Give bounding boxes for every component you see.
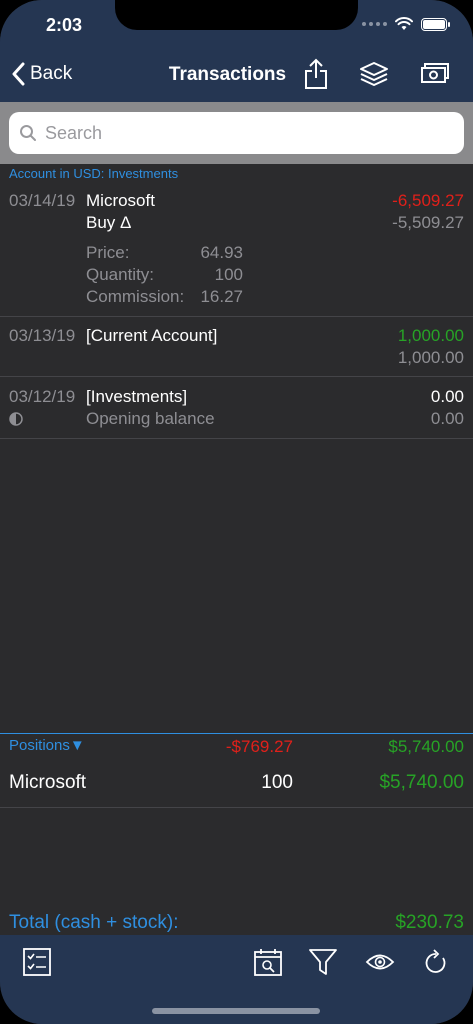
status-time: 2:03	[46, 15, 83, 35]
eye-icon[interactable]	[363, 945, 397, 979]
transaction-amount: -6,509.27	[392, 191, 464, 210]
cash-icon[interactable]	[419, 58, 451, 90]
position-divider	[0, 807, 473, 808]
price-label: Price:	[86, 243, 130, 262]
transaction-amount: 0.00	[430, 387, 464, 406]
transaction-row[interactable]: 03/12/19 [Investments] 0.00 Opening bala…	[0, 377, 473, 439]
layers-icon[interactable]	[358, 58, 390, 90]
positions-divider	[0, 733, 473, 734]
position-name: Microsoft	[9, 772, 87, 793]
position-quantity: 100	[261, 772, 293, 793]
commission-label: Commission:	[86, 287, 185, 306]
transaction-amount: 1,000.00	[397, 326, 464, 345]
positions-gain: -$769.27	[225, 737, 293, 756]
quantity-label: Quantity:	[86, 265, 155, 284]
transaction-payee: [Investments]	[86, 387, 188, 406]
half-circle-status-icon	[9, 412, 23, 426]
navigation-bar: 2:03 Back Transactions	[0, 0, 473, 102]
chevron-left-icon	[12, 62, 25, 86]
transaction-payee: Microsoft	[86, 191, 155, 210]
transaction-row[interactable]: 03/14/19 Microsoft -6,509.27 Buy Δ -5,50…	[0, 185, 473, 317]
position-value: $5,740.00	[379, 772, 464, 793]
position-row[interactable]: Microsoft 100 $5,740.00	[0, 760, 473, 807]
refresh-icon[interactable]	[419, 945, 453, 979]
search-icon	[20, 125, 36, 141]
running-balance: 1,000.00	[397, 348, 464, 367]
filter-icon[interactable]	[306, 945, 340, 979]
battery-icon	[421, 17, 450, 31]
total-label: Total (cash + stock):	[9, 912, 179, 933]
commission-value: 16.27	[200, 287, 243, 306]
home-indicator[interactable]	[152, 1008, 320, 1014]
transaction-date: 03/14/19	[9, 191, 76, 210]
positions-total-value: $5,740.00	[388, 737, 464, 756]
back-button-label: Back	[30, 63, 73, 84]
search-bar	[0, 102, 473, 164]
page-title: Transactions	[168, 64, 287, 85]
transaction-type: Buy Δ	[86, 213, 132, 232]
positions-toggle[interactable]: Positions▼	[9, 737, 85, 754]
total-value: $230.73	[395, 912, 464, 933]
device-notch	[115, 0, 358, 30]
search-input[interactable]	[45, 122, 445, 144]
back-button[interactable]: Back	[12, 62, 72, 86]
bottom-toolbar	[0, 935, 473, 1024]
transaction-date: 03/13/19	[9, 326, 76, 345]
wifi-icon	[395, 17, 413, 30]
calendar-search-icon[interactable]	[251, 945, 285, 979]
share-icon[interactable]	[300, 58, 332, 90]
checklist-icon[interactable]	[20, 945, 54, 979]
app-screen: 2:03 Back Transactions Search Account in…	[0, 0, 473, 1024]
price-value: 64.93	[200, 243, 243, 262]
transaction-memo: Opening balance	[86, 409, 215, 428]
account-header: Account in USD: Investments	[9, 166, 179, 181]
status-icons	[362, 17, 450, 31]
running-balance: 0.00	[430, 409, 464, 428]
transaction-payee: [Current Account]	[86, 326, 218, 345]
transaction-row[interactable]: 03/13/19 [Current Account] 1,000.00 1,00…	[0, 317, 473, 377]
search-field[interactable]	[9, 112, 464, 154]
quantity-value: 100	[214, 265, 243, 284]
cellular-signal-icon	[362, 22, 387, 26]
transaction-date: 03/12/19	[9, 387, 76, 406]
running-balance: -5,509.27	[392, 213, 464, 232]
